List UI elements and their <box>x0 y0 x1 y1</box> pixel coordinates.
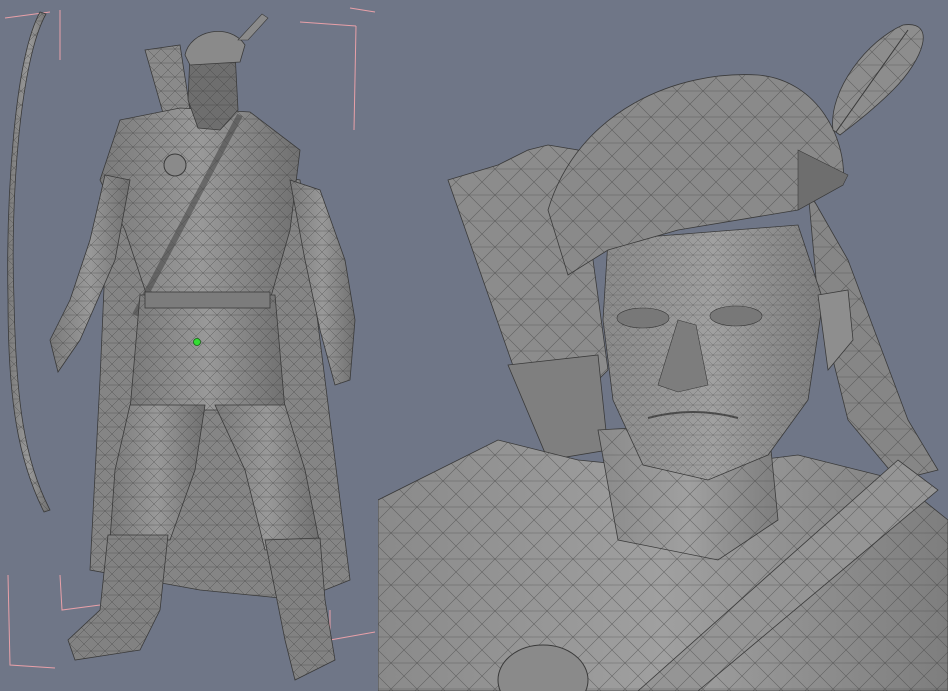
tunic-model <box>129 291 286 411</box>
3d-viewport-screenshot <box>0 0 948 691</box>
viewport-full-body[interactable] <box>0 0 378 691</box>
viewport-closeup[interactable] <box>378 0 948 691</box>
bow-model <box>7 11 51 513</box>
closeup-render <box>378 24 948 691</box>
pivot-point-marker[interactable] <box>193 338 201 346</box>
full-body-render <box>4 7 376 681</box>
head-model <box>184 13 269 131</box>
